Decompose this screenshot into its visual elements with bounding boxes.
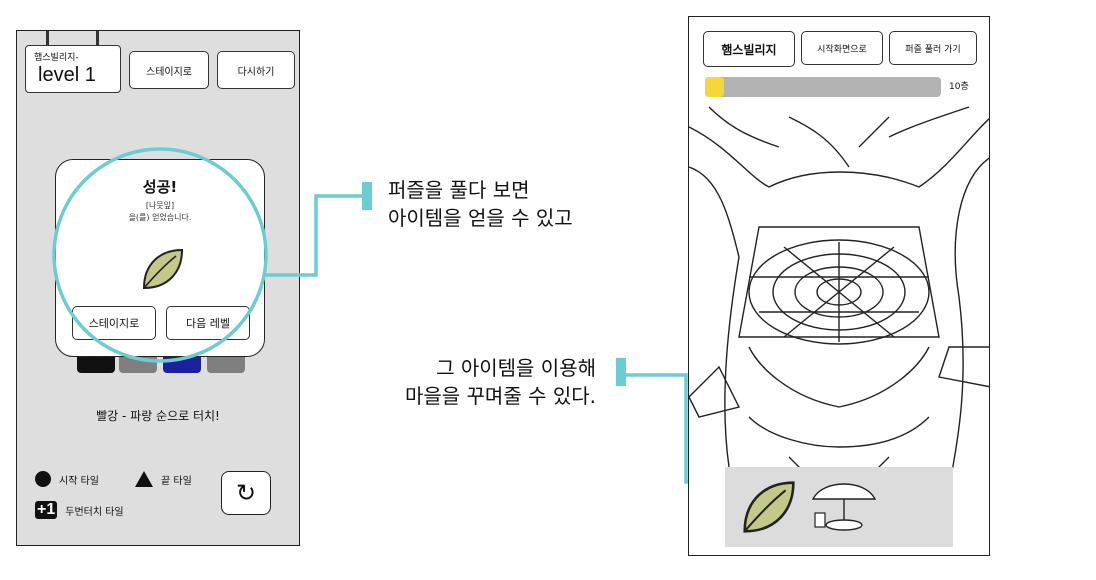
umbrella-table-icon[interactable] [809, 475, 879, 535]
home-button[interactable]: 시작화면으로 [801, 31, 883, 65]
callout-second: 그 아이템을 이용해 마을을 꾸며줄 수 있다. [326, 354, 596, 410]
callout-first-line2: 아이템을 얻을 수 있고 [388, 206, 573, 230]
callout-second-line2: 마을을 꾸며줄 수 있다. [404, 384, 596, 408]
go-solve-puzzle-button[interactable]: 퍼즐 풀러 가기 [889, 31, 977, 65]
village-screen: 햄스빌리지 시작화면으로 퍼즐 풀러 가기 10층 [688, 16, 990, 556]
floor-progress-track [705, 77, 941, 97]
callout-marker [362, 182, 372, 210]
callout-marker [616, 358, 626, 386]
callout-first-line1: 퍼즐을 풀다 보면 [388, 178, 530, 202]
item-tray [725, 467, 953, 547]
highlight-circle-left [52, 147, 268, 363]
leaf-icon[interactable] [737, 475, 801, 539]
callout-second-line1: 그 아이템을 이용해 [436, 356, 596, 380]
callout-first: 퍼즐을 풀다 보면 아이템을 얻을 수 있고 [388, 176, 573, 232]
village-title-button[interactable]: 햄스빌리지 [703, 31, 795, 67]
floor-progress-label: 10층 [949, 82, 969, 92]
connector-line-left [266, 194, 366, 277]
floor-progress-fill [705, 77, 724, 97]
